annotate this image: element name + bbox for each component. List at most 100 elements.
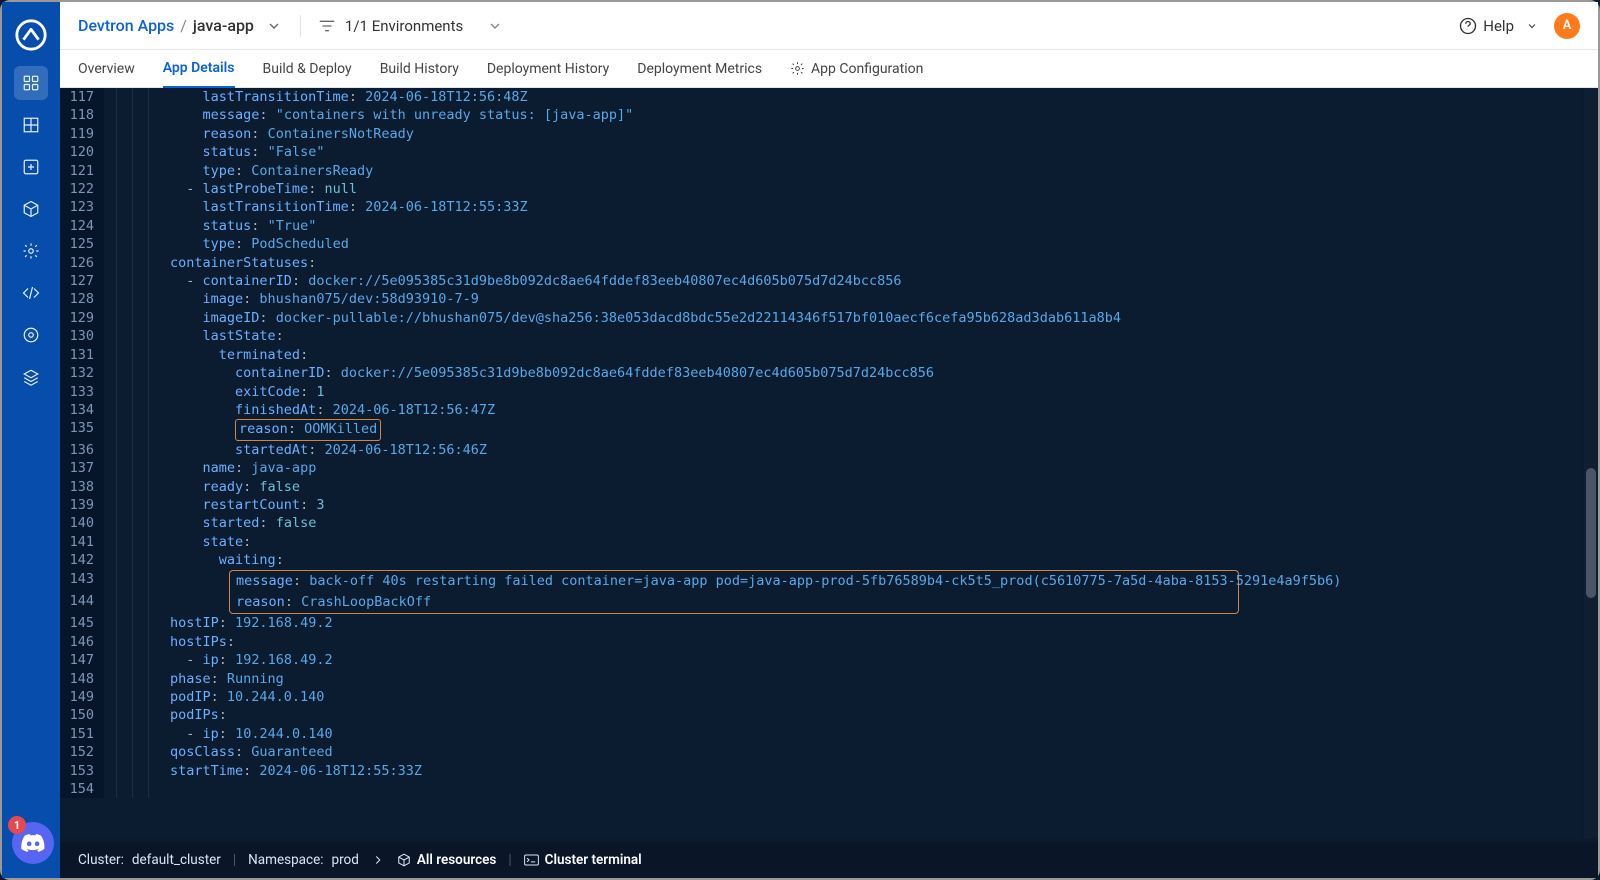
namespace-value: prod — [332, 852, 359, 868]
apps-icon — [22, 74, 40, 92]
line-content: hostIPs: — [168, 633, 1580, 651]
line-number: 139 — [60, 496, 104, 514]
code-line: 142 waiting: — [60, 551, 1580, 569]
tab-app-details[interactable]: App Details — [163, 51, 235, 88]
sidebar-item-deploy[interactable] — [14, 150, 48, 184]
gutter — [104, 217, 168, 235]
sidebar-item-settings[interactable] — [14, 318, 48, 352]
tab-deployment-history[interactable]: Deployment History — [487, 50, 609, 87]
line-content: message: "containers with unready status… — [168, 106, 1580, 124]
sidebar-item-layers[interactable] — [14, 360, 48, 394]
line-number: 152 — [60, 743, 104, 761]
breadcrumb-app[interactable]: java-app — [193, 16, 254, 35]
gutter — [104, 633, 168, 651]
top-header: Devtron Apps / java-app 1/1 Environments… — [60, 2, 1598, 50]
line-number: 132 — [60, 364, 104, 382]
line-content: startTime: 2024-06-18T12:55:33Z — [168, 762, 1580, 780]
gutter — [104, 254, 168, 272]
code-line: 143 message: back-off 40s restarting fai… — [60, 570, 1580, 592]
tab-label: Build & Deploy — [263, 61, 352, 77]
line-content: - lastProbeTime: null — [168, 180, 1580, 198]
cube-icon — [397, 853, 411, 867]
code-line: 150podIPs: — [60, 706, 1580, 724]
avatar[interactable]: A — [1554, 13, 1580, 39]
line-number: 124 — [60, 217, 104, 235]
gutter — [104, 688, 168, 706]
cluster-terminal-button[interactable]: Cluster terminal — [524, 852, 642, 868]
line-content: phase: Running — [168, 670, 1580, 688]
tab-overview[interactable]: Overview — [78, 50, 135, 87]
devtron-logo-icon — [14, 18, 48, 52]
code-line: 120 status: "False" — [60, 143, 1580, 161]
code-line: 138 ready: false — [60, 478, 1580, 496]
gutter — [104, 272, 168, 290]
sidebar-item-code[interactable] — [14, 276, 48, 310]
line-content: imageID: docker-pullable://bhushan075/de… — [168, 309, 1580, 327]
tab-app-configuration[interactable]: App Configuration — [790, 50, 923, 87]
environment-selector[interactable]: 1/1 Environments — [319, 17, 503, 35]
line-number: 151 — [60, 725, 104, 743]
grid-icon — [22, 116, 40, 134]
status-bar: Cluster: default_cluster | Namespace: pr… — [60, 842, 1598, 878]
gutter — [104, 106, 168, 124]
left-sidebar: 1 — [2, 2, 60, 878]
line-number: 126 — [60, 254, 104, 272]
line-number: 128 — [60, 290, 104, 308]
devtron-logo[interactable] — [14, 18, 48, 52]
code-line: 147 - ip: 192.168.49.2 — [60, 651, 1580, 669]
gutter — [104, 180, 168, 198]
line-number: 129 — [60, 309, 104, 327]
tab-build-deploy[interactable]: Build & Deploy — [263, 50, 352, 87]
line-content: containerID: docker://5e095385c31d9be8b0… — [168, 364, 1580, 382]
line-number: 140 — [60, 514, 104, 532]
gutter — [104, 401, 168, 419]
line-content: finishedAt: 2024-06-18T12:56:47Z — [168, 401, 1580, 419]
line-content: exitCode: 1 — [168, 383, 1580, 401]
code-line: 154 — [60, 780, 1580, 798]
line-number: 119 — [60, 125, 104, 143]
sidebar-item-grid[interactable] — [14, 108, 48, 142]
line-content: containerStatuses: — [168, 254, 1580, 272]
line-number: 127 — [60, 272, 104, 290]
gutter — [104, 670, 168, 688]
yaml-content[interactable]: 117 lastTransitionTime: 2024-06-18T12:56… — [60, 88, 1580, 798]
code-line: 135 reason: OOMKilled — [60, 419, 1580, 440]
code-line: 127 - containerID: docker://5e095385c31d… — [60, 272, 1580, 290]
gutter — [104, 496, 168, 514]
gutter — [104, 419, 168, 440]
all-resources-button[interactable]: All resources — [397, 852, 496, 868]
sidebar-item-cube[interactable] — [14, 192, 48, 226]
vertical-scrollbar[interactable] — [1584, 88, 1598, 838]
line-number: 122 — [60, 180, 104, 198]
code-line: 145hostIP: 192.168.49.2 — [60, 614, 1580, 632]
chevron-down-icon — [487, 18, 503, 34]
line-content: reason: OOMKilled — [168, 419, 1580, 440]
breadcrumb-project[interactable]: Devtron Apps — [78, 16, 174, 35]
gutter — [104, 327, 168, 345]
tab-deployment-metrics[interactable]: Deployment Metrics — [637, 50, 762, 87]
line-content: hostIP: 192.168.49.2 — [168, 614, 1580, 632]
code-line: 139 restartCount: 3 — [60, 496, 1580, 514]
scrollbar-thumb[interactable] — [1586, 468, 1596, 598]
line-content: - ip: 10.244.0.140 — [168, 725, 1580, 743]
code-line: 148phase: Running — [60, 670, 1580, 688]
line-content: started: false — [168, 514, 1580, 532]
code-line: 126 containerStatuses: — [60, 254, 1580, 272]
tab-build-history[interactable]: Build History — [380, 50, 459, 87]
chevron-down-icon[interactable] — [266, 18, 282, 34]
breadcrumb: Devtron Apps / java-app — [78, 16, 282, 35]
gutter — [104, 725, 168, 743]
discord-button[interactable]: 1 — [12, 822, 54, 864]
line-number: 121 — [60, 162, 104, 180]
line-number: 153 — [60, 762, 104, 780]
line-number: 133 — [60, 383, 104, 401]
help-icon — [1459, 17, 1477, 35]
line-content: podIP: 10.244.0.140 — [168, 688, 1580, 706]
gutter — [104, 551, 168, 569]
line-number: 134 — [60, 401, 104, 419]
gutter — [104, 762, 168, 780]
line-number: 147 — [60, 651, 104, 669]
sidebar-item-gear[interactable] — [14, 234, 48, 268]
help-button[interactable]: Help — [1459, 17, 1538, 35]
sidebar-item-apps[interactable] — [14, 66, 48, 100]
